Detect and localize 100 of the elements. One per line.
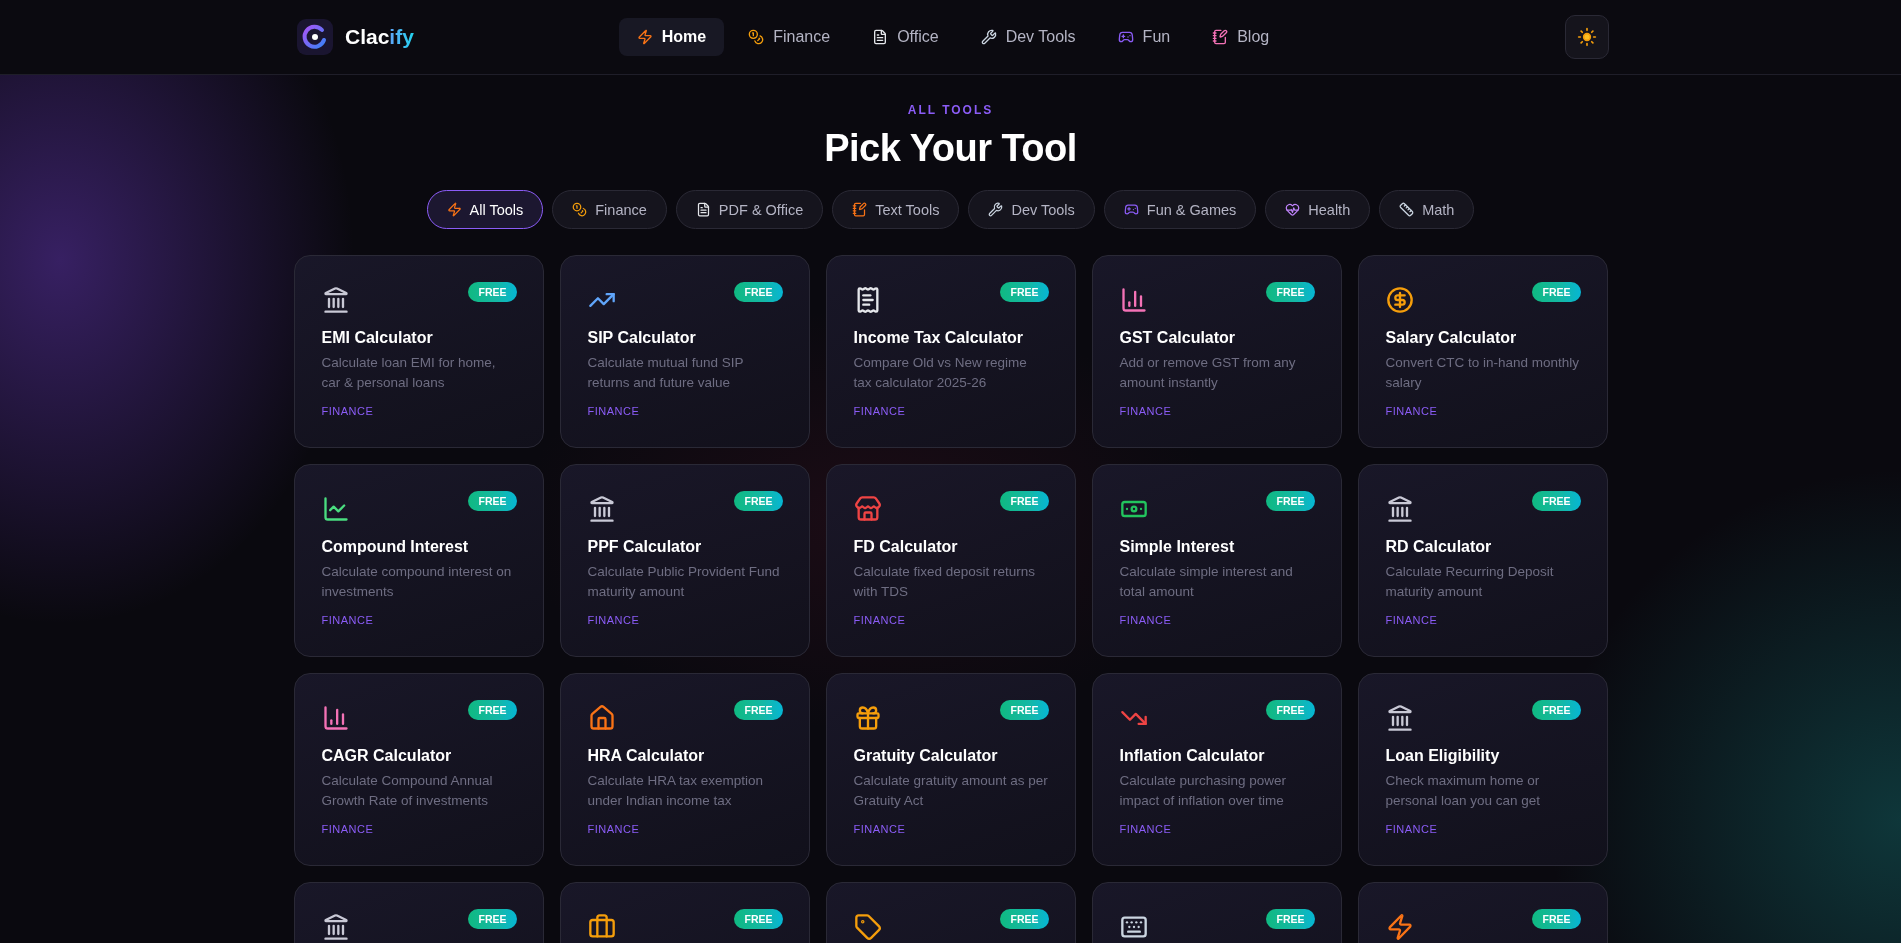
tool-description: Calculate Compound Annual Growth Rate of investments (321, 772, 494, 810)
nav-link[interactable]: Blog (1194, 18, 1288, 56)
document-icon (695, 202, 711, 217)
nav-link[interactable]: Fun (1099, 18, 1189, 56)
tool-description: Calculate fixed deposit returns with TDS (853, 563, 1037, 601)
tag-icon (853, 913, 882, 941)
free-badge: FREE (1532, 491, 1581, 511)
house-icon (587, 704, 616, 732)
tool-card[interactable]: FREE RD Calculator Calculate Recurring Deposit maturity amount FINANCE (1357, 464, 1608, 657)
free-badge: FREE (734, 700, 783, 720)
free-badge: FREE (734, 491, 783, 511)
gamepad-icon (1123, 202, 1139, 217)
free-badge: FREE (1000, 700, 1049, 720)
lightning-icon (446, 202, 462, 217)
tool-description: Calculate purchasing power impact of inflation over time (1119, 772, 1288, 810)
tool-card[interactable]: FREE GST Calculator Add or remove GST from any amount instantly FINANCE (1091, 255, 1342, 448)
free-badge: FREE (468, 491, 517, 511)
free-badge: FREE (1266, 491, 1315, 511)
tool-card[interactable]: FREE SIP Calculator Calculate mutual fund SIP returns and future value FINANCE (559, 255, 810, 448)
bank-icon (1385, 495, 1414, 523)
free-badge: FREE (468, 700, 517, 720)
wrench-icon (980, 29, 997, 45)
tool-title: Inflation Calculator (1119, 747, 1266, 765)
tool-title: Gratuity Calculator (853, 747, 999, 765)
free-badge: FREE (1000, 282, 1049, 302)
free-badge: FREE (1266, 700, 1315, 720)
tool-category: FINANCE (587, 823, 641, 835)
tool-category: FINANCE (1385, 405, 1439, 417)
wrench-icon (988, 202, 1004, 217)
filter-tab[interactable]: Fun & Games (1103, 190, 1257, 229)
theme-toggle-button[interactable] (1565, 15, 1609, 59)
tool-description: Check maximum home or personal loan you can get (1385, 772, 1542, 810)
nav-link[interactable]: Office (854, 18, 957, 56)
tool-description: Calculate Public Provident Fund maturity amount (587, 563, 781, 601)
heart-pulse-icon (1285, 202, 1301, 217)
filter-tab[interactable]: Text Tools (832, 190, 960, 229)
tool-category: FINANCE (1385, 614, 1439, 626)
free-badge: FREE (1266, 282, 1315, 302)
filter-tab[interactable]: Health (1265, 190, 1371, 229)
free-badge: FREE (1000, 909, 1049, 929)
tool-card[interactable]: FREE Simple Interest Calculate simple interest and total amount FINANCE (1091, 464, 1342, 657)
tool-card[interactable]: FREE FD Calculator Calculate fixed deposit returns with TDS FINANCE (825, 464, 1076, 657)
page-title: Pick Your Tool (824, 127, 1077, 170)
filter-tab[interactable]: Math (1379, 190, 1475, 229)
tool-card[interactable]: FREE Salary Calculator Convert CTC to in-hand monthly salary FINANCE (1357, 255, 1608, 448)
document-icon (872, 29, 889, 45)
bank-icon (321, 913, 350, 941)
bank-icon (1385, 704, 1414, 732)
free-badge: FREE (734, 282, 783, 302)
tool-card[interactable]: FREE HRA Calculator Calculate HRA tax exemption under Indian income tax FINANCE (559, 673, 810, 866)
tool-card[interactable]: FREE EMI Calculator Calculate loan EMI for home, car & personal loans FINANCE (293, 255, 544, 448)
tool-card[interactable]: FREE Inflation Calculator Calculate purchasing power impact of inflation over time FINANCE (1091, 673, 1342, 866)
free-badge: FREE (1532, 700, 1581, 720)
tool-title: SIP Calculator (587, 329, 697, 347)
tool-card[interactable]: FREE Income Tax Calculator Compare Old vs New regime tax calculator 2025-26 FINANCE (825, 255, 1076, 448)
nav-link[interactable]: Dev Tools (962, 18, 1094, 56)
dollar-coin-icon (1385, 286, 1414, 314)
filter-tab[interactable]: Dev Tools (968, 190, 1095, 229)
tool-category: FINANCE (1119, 614, 1173, 626)
filter-tab[interactable]: Finance (552, 190, 667, 229)
tool-title: GST Calculator (1119, 329, 1237, 347)
free-badge: FREE (468, 282, 517, 302)
tool-description: Calculate simple interest and total amount (1119, 563, 1294, 601)
free-badge: FREE (1000, 491, 1049, 511)
tool-category: FINANCE (587, 405, 641, 417)
tool-title: EMI Calculator (321, 329, 434, 347)
briefcase-icon (587, 913, 616, 941)
tool-title: RD Calculator (1385, 538, 1493, 556)
tool-category: FINANCE (853, 405, 907, 417)
bank-icon (321, 286, 350, 314)
tool-description: Calculate loan EMI for home, car & personal loans (321, 354, 497, 392)
tool-description: Calculate gratuity amount as per Gratuity Act (853, 772, 1049, 810)
free-badge: FREE (1532, 282, 1581, 302)
tool-title: Compound Interest (321, 538, 470, 556)
tool-category: FINANCE (853, 614, 907, 626)
tool-description: Calculate mutual fund SIP returns and future value (587, 354, 745, 392)
logo-icon[interactable] (297, 19, 333, 55)
tool-card[interactable]: FREE Compound Interest Calculate compound interest on investments FINANCE (293, 464, 544, 657)
tool-description: Calculate compound interest on investments (321, 563, 513, 601)
tool-description: Compare Old vs New regime tax calculator 2025-26 (853, 354, 1028, 392)
line-chart-icon (321, 495, 350, 523)
tool-category: FINANCE (321, 823, 375, 835)
tool-card[interactable]: FREE CAGR Calculator Calculate Compound Annual Growth Rate of investments FINANCE (293, 673, 544, 866)
tool-card[interactable]: FREE Loan Eligibility Check maximum home or personal loan you can get FINANCE (1357, 673, 1608, 866)
nav-link[interactable]: Home (618, 18, 725, 56)
tool-title: CAGR Calculator (321, 747, 453, 765)
nav-link[interactable]: Finance (730, 18, 849, 56)
tool-card[interactable]: FREE PPF Calculator Calculate Public Provident Fund maturity amount FINANCE (559, 464, 810, 657)
ruler-icon (1399, 202, 1415, 217)
store-icon (853, 495, 882, 523)
tool-title: Income Tax Calculator (853, 329, 1025, 347)
tool-title: Salary Calculator (1385, 329, 1518, 347)
logo-text[interactable]: Clacify (345, 25, 414, 49)
filter-tab[interactable]: All Tools (426, 190, 544, 229)
tool-title: PPF Calculator (587, 538, 703, 556)
gamepad-icon (1117, 29, 1134, 45)
tool-description: Convert CTC to in-hand monthly salary (1385, 354, 1581, 392)
filter-tab[interactable]: PDF & Office (675, 190, 824, 229)
tool-card[interactable]: FREE Gratuity Calculator Calculate gratuity amount as per Gratuity Act FINANCE (825, 673, 1076, 866)
tool-category: FINANCE (853, 823, 907, 835)
